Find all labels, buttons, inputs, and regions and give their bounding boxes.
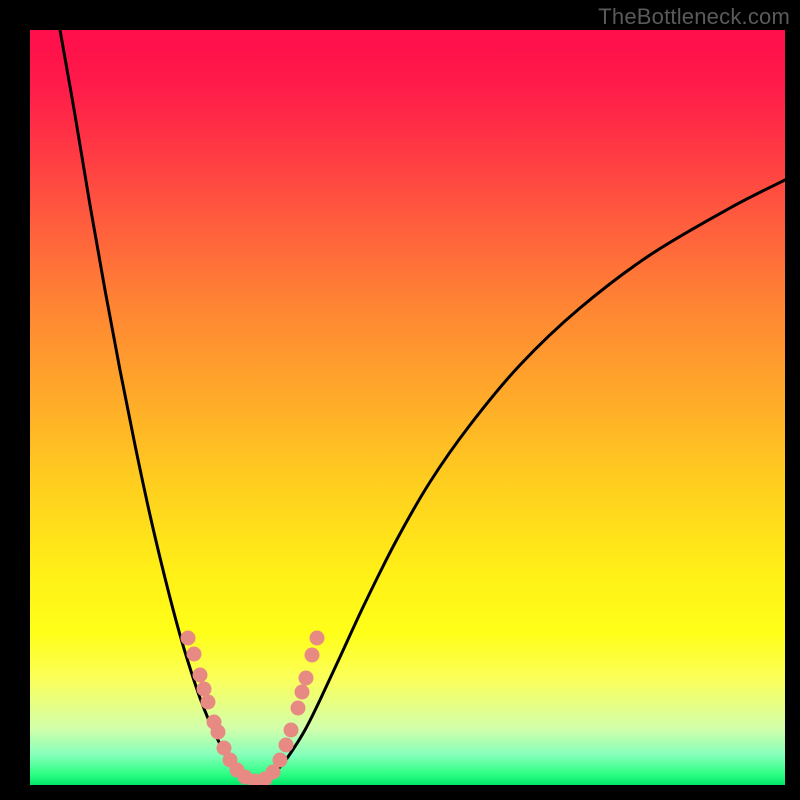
data-marker — [305, 648, 320, 663]
data-marker — [284, 723, 299, 738]
data-marker — [197, 682, 212, 697]
data-marker — [201, 695, 216, 710]
watermark-text: TheBottleneck.com — [598, 4, 790, 30]
data-marker — [310, 631, 325, 646]
data-marker — [181, 631, 196, 646]
curve-layer — [30, 30, 785, 785]
data-marker — [187, 647, 202, 662]
data-marker — [299, 671, 314, 686]
data-marker — [279, 738, 294, 753]
plot-area — [30, 30, 785, 785]
data-marker — [193, 668, 208, 683]
data-marker — [295, 685, 310, 700]
chart-frame: TheBottleneck.com — [0, 0, 800, 800]
curve-right-curve — [260, 180, 785, 780]
data-marker — [211, 725, 226, 740]
data-marker — [291, 701, 306, 716]
curve-left-curve — [60, 30, 250, 780]
data-marker — [273, 753, 288, 768]
